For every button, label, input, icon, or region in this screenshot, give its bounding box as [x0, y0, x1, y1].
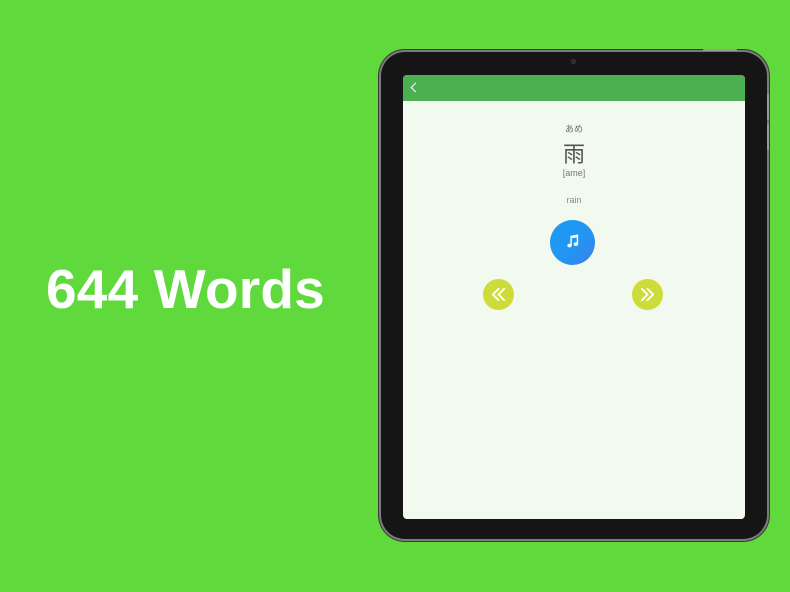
next-word-button[interactable]	[632, 279, 663, 310]
camera	[571, 59, 576, 64]
word-meaning: rain	[566, 195, 582, 205]
word-kana: あめ	[564, 125, 583, 135]
word-romaji: [ame]	[562, 168, 586, 178]
double-chevron-right-icon	[640, 287, 655, 302]
previous-word-button[interactable]	[483, 279, 514, 310]
double-chevron-left-icon	[491, 287, 506, 302]
app-screen: あめ 雨 [ame] rain	[403, 75, 745, 519]
tablet-volume-up-button	[767, 94, 769, 120]
tablet-volume-down-button	[767, 124, 769, 150]
app-bar	[403, 75, 745, 101]
tablet-top-button	[703, 49, 737, 51]
play-audio-button[interactable]	[550, 220, 595, 265]
music-note-icon	[567, 234, 579, 248]
headline: 644 Words	[46, 258, 325, 320]
chevron-left-icon[interactable]	[410, 82, 421, 93]
tablet-frame: あめ 雨 [ame] rain	[381, 49, 769, 539]
word-kanji: 雨	[562, 143, 585, 168]
